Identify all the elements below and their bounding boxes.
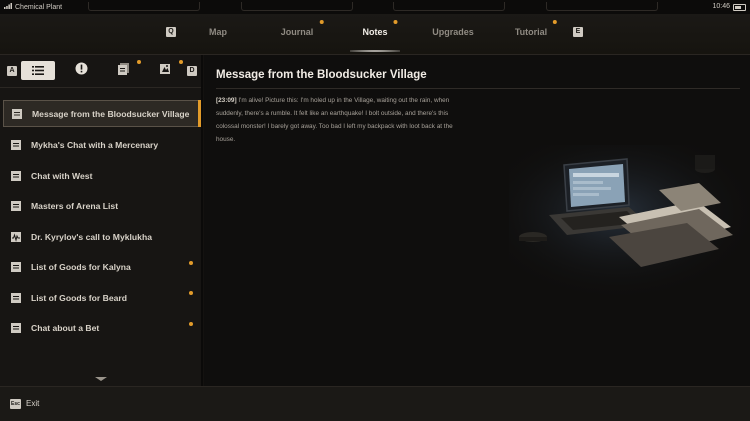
note-item-goods-kalyna[interactable]: List of Goods for Kalyna — [3, 255, 201, 280]
note-icon — [9, 291, 23, 305]
new-indicator — [137, 60, 141, 64]
location-indicator: Chemical Plant — [4, 3, 62, 11]
exit-key[interactable]: Esc — [10, 399, 21, 409]
new-indicator — [179, 60, 183, 64]
tab-tutorial[interactable]: Tutorial — [515, 20, 558, 37]
note-icon — [9, 169, 23, 183]
note-item-label: List of Goods for Beard — [31, 292, 127, 303]
audio-note-icon — [9, 230, 23, 244]
note-item-label: Chat with West — [31, 170, 93, 181]
note-icon — [9, 199, 23, 213]
note-item-chat-west[interactable]: Chat with West — [3, 163, 201, 188]
scroll-down-arrow-icon[interactable] — [95, 377, 107, 381]
new-indicator — [319, 20, 324, 24]
note-item-label: List of Goods for Kalyna — [31, 262, 131, 272]
filter-locations-button[interactable] — [148, 60, 183, 80]
filter-all-button[interactable] — [21, 61, 55, 80]
top-navigation: Q Map Journal Notes Upgrades Tutorial E — [0, 14, 750, 55]
note-item-bloodsucker-village[interactable]: Message from the Bloodsucker Village — [3, 100, 201, 127]
note-icon — [9, 138, 23, 152]
filter-important-button[interactable] — [64, 61, 98, 80]
note-icon — [9, 260, 23, 274]
laptop-desk-illustration — [509, 145, 749, 295]
note-stack-icon — [117, 62, 130, 80]
notes-list-panel: A D Message from the Bloodsucker Village… — [0, 55, 203, 386]
new-indicator — [189, 260, 193, 265]
battery-icon — [733, 4, 746, 11]
note-icon — [10, 107, 24, 121]
tab-map[interactable]: Map — [209, 27, 227, 37]
note-item-kyrylov-call[interactable]: Dr. Kyrylov's call to Myklukha — [3, 224, 201, 249]
filter-bar: A D — [0, 55, 201, 88]
note-title: Message from the Bloodsucker Village — [216, 69, 427, 81]
bottom-bar: Esc Exit — [0, 386, 750, 421]
exit-button[interactable]: Exit — [26, 399, 39, 408]
new-indicator — [189, 321, 193, 326]
next-tab-key[interactable]: E — [573, 27, 583, 37]
filter-notes-button[interactable] — [106, 60, 141, 80]
active-tab-underline — [350, 50, 400, 52]
note-detail-panel: Message from the Bloodsucker Village [23… — [204, 55, 750, 386]
note-item-mykha-mercenary[interactable]: Mykha's Chat with a Mercenary — [3, 133, 201, 158]
note-item-label: Masters of Arena List — [31, 201, 119, 211]
note-item-label: Mykha's Chat with a Mercenary — [31, 140, 159, 150]
note-timestamp: [23:09] — [216, 97, 237, 104]
prev-tab-key[interactable]: Q — [166, 27, 176, 37]
map-note-icon — [159, 62, 172, 80]
tab-journal[interactable]: Journal — [281, 20, 324, 37]
note-item-chat-bet[interactable]: Chat about a Bet — [3, 316, 201, 341]
note-item-goods-beard[interactable]: List of Goods for Beard — [3, 285, 201, 310]
signal-icon — [4, 3, 12, 11]
note-item-arena-list[interactable]: Masters of Arena List — [3, 194, 201, 219]
prev-filter-key[interactable]: A — [7, 66, 17, 76]
note-text: I'm alive! Picture this: I'm holed up in… — [216, 97, 453, 143]
tab-upgrades[interactable]: Upgrades — [432, 27, 474, 37]
exclamation-icon — [75, 62, 88, 80]
notes-list: Message from the Bloodsucker Village Myk… — [3, 100, 201, 346]
new-indicator — [553, 20, 558, 24]
note-icon — [9, 321, 23, 335]
top-frame-slots — [88, 2, 658, 11]
next-filter-key[interactable]: D — [187, 66, 197, 76]
location-name: Chemical Plant — [15, 3, 63, 11]
new-indicator — [393, 20, 398, 24]
note-item-label: Chat about a Bet — [31, 323, 100, 333]
list-icon — [32, 62, 44, 80]
note-item-label: Message from the Bloodsucker Village — [32, 108, 190, 119]
note-item-label: Dr. Kyrylov's call to Myklukha — [31, 231, 152, 242]
note-body: [23:09] I'm alive! Picture this: I'm hol… — [216, 94, 471, 146]
status-bar: Chemical Plant 10:46 — [0, 0, 750, 14]
tab-notes[interactable]: Notes — [362, 20, 398, 37]
new-indicator — [189, 291, 193, 295]
clock: 10:46 — [712, 3, 730, 10]
title-divider — [216, 88, 740, 89]
